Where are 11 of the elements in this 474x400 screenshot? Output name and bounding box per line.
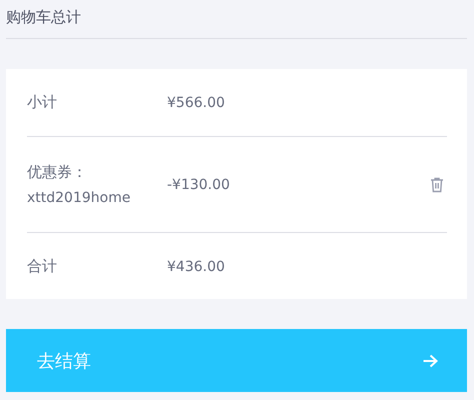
row-value: ¥566.00: [167, 94, 226, 110]
coupon-code: xttd2019home: [27, 190, 132, 206]
row-value: ¥436.00: [167, 258, 226, 274]
row-label: 优惠券：: [27, 163, 88, 182]
row-label: 小计: [27, 93, 58, 112]
trash-icon[interactable]: [430, 176, 444, 192]
row-value: -¥130.00: [167, 176, 231, 192]
checkout-button[interactable]: 去结算: [6, 329, 467, 392]
arrow-right-icon: [422, 354, 439, 368]
row-label: 合计: [27, 257, 58, 276]
section-title: 购物车总计: [6, 7, 81, 27]
